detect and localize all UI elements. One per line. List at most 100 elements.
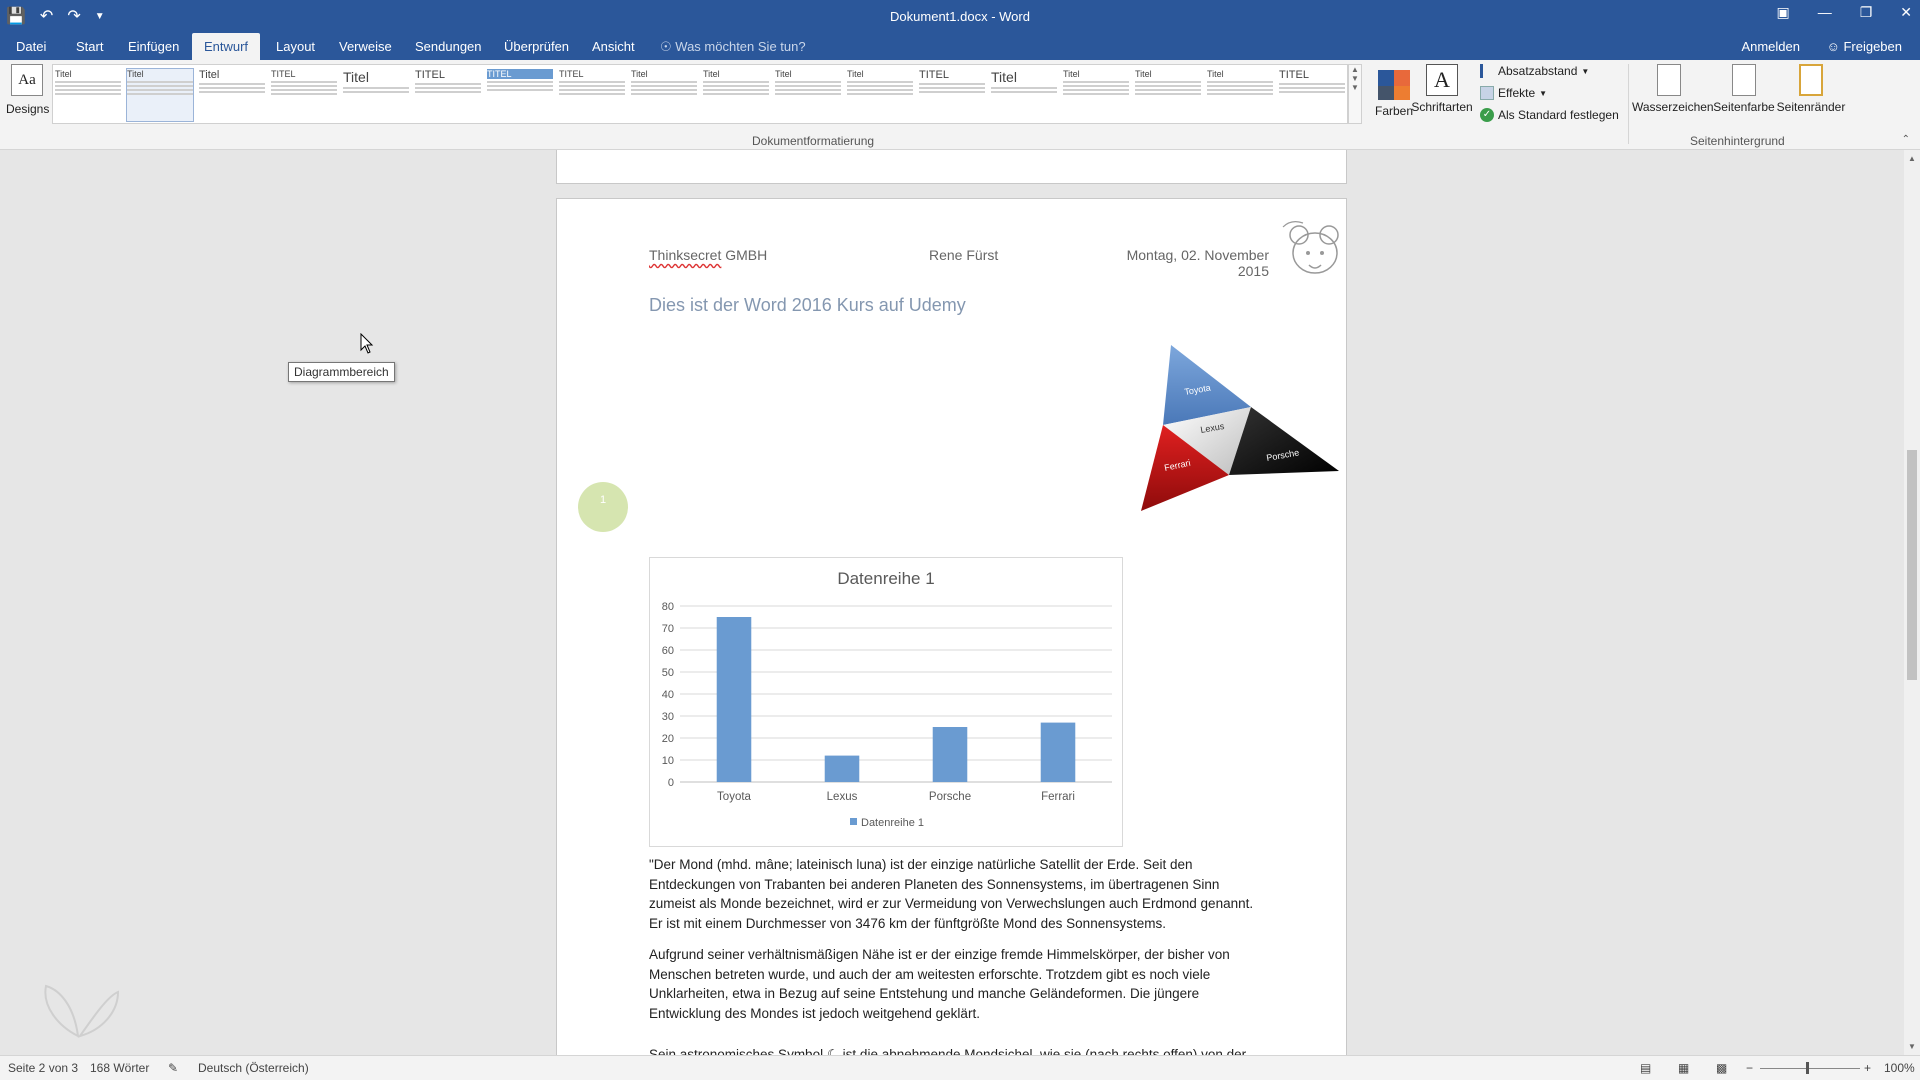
bar-ferrari[interactable] <box>1040 722 1076 782</box>
page-color-icon <box>1732 64 1756 96</box>
scrollbar-thumb[interactable] <box>1907 450 1917 680</box>
style-set-thumb[interactable]: Titel <box>55 69 121 121</box>
read-mode-icon[interactable]: ▤ <box>1640 1061 1651 1075</box>
seitenraender-button[interactable]: Seitenränder <box>1776 64 1846 114</box>
ribbon-separator <box>1628 64 1629 144</box>
zoom-level[interactable]: 100% <box>1884 1061 1915 1075</box>
signin-link[interactable]: Anmelden <box>1741 33 1800 60</box>
close-icon[interactable]: ✕ <box>1900 4 1912 21</box>
y-tick-label: 40 <box>662 689 674 701</box>
style-set-thumb[interactable]: Titel <box>703 69 769 121</box>
y-tick-label: 50 <box>662 667 674 679</box>
mouse-logo-icon <box>1282 221 1339 274</box>
bar-toyota[interactable] <box>716 617 752 782</box>
style-set-thumb[interactable]: Titel <box>199 69 265 121</box>
tab-entwurf[interactable]: Entwurf <box>192 33 260 60</box>
chart-title: Datenreihe 1 <box>837 569 934 588</box>
style-set-thumb[interactable]: Titel <box>991 69 1057 121</box>
style-set-gallery: Titel Titel Titel TITEL Titel TITEL TITE… <box>52 64 1348 124</box>
scroll-up-icon[interactable]: ▲ <box>1904 154 1920 163</box>
style-set-thumb[interactable]: Titel <box>847 69 913 121</box>
y-tick-label: 70 <box>662 623 674 635</box>
gallery-scroll[interactable]: ▲ ▼ ▼ <box>1348 64 1362 124</box>
tab-ueberpruefen[interactable]: Überprüfen <box>496 33 577 60</box>
style-set-thumb[interactable]: TITEL <box>919 69 985 121</box>
status-language[interactable]: Deutsch (Österreich) <box>198 1061 309 1075</box>
effekte-button[interactable]: Effekte ▼ <box>1480 86 1547 100</box>
designs-button[interactable]: Aa Designs <box>6 64 49 132</box>
wasserzeichen-button[interactable]: Wasserzeichen <box>1632 64 1714 114</box>
zoom-slider-knob[interactable] <box>1806 1062 1809 1074</box>
tab-layout[interactable]: Layout <box>268 33 323 60</box>
header-name: Rene Fürst <box>929 247 999 263</box>
style-set-thumb[interactable]: TITEL <box>559 69 625 121</box>
bar-porsche[interactable] <box>932 727 968 782</box>
proofing-icon[interactable]: ✎ <box>168 1061 178 1075</box>
y-tick-label: 80 <box>662 601 674 613</box>
legend-label: Datenreihe 1 <box>861 817 924 829</box>
tab-verweise[interactable]: Verweise <box>331 33 400 60</box>
als-standard-button[interactable]: ✓ Als Standard festlegen <box>1480 108 1619 122</box>
y-tick-label: 30 <box>662 711 674 723</box>
status-words[interactable]: 168 Wörter <box>90 1061 149 1075</box>
tab-datei[interactable]: Datei <box>8 33 54 60</box>
schriftarten-button[interactable]: A Schriftarten <box>1410 64 1474 114</box>
style-set-thumb[interactable]: Titel <box>1135 69 1201 121</box>
collapse-ribbon-icon[interactable]: ⌃ <box>1902 134 1910 145</box>
style-set-thumb[interactable]: Titel <box>775 69 841 121</box>
style-set-thumb[interactable]: Titel <box>1207 69 1273 121</box>
previous-page-bottom <box>556 150 1347 184</box>
scroll-down-icon[interactable]: ▼ <box>1904 1042 1920 1051</box>
print-layout-icon[interactable]: ▦ <box>1678 1061 1689 1075</box>
document-heading: Dies ist der Word 2016 Kurs auf Udemy <box>649 295 966 315</box>
fonts-icon: A <box>1426 64 1458 96</box>
share-button[interactable]: ☺ Freigeben <box>1827 33 1902 60</box>
y-tick-label: 0 <box>668 777 674 789</box>
tab-start[interactable]: Start <box>68 33 111 60</box>
minimize-icon[interactable]: — <box>1818 4 1832 21</box>
window-controls: ▣ — ❐ ✕ <box>1776 4 1912 21</box>
bar-chart[interactable]: Datenreihe 1 0 10 20 30 40 50 60 70 80 Toyota Lexus… <box>650 558 1122 846</box>
seitenfarbe-button[interactable]: Seitenfarbe <box>1712 64 1776 114</box>
style-set-thumb[interactable]: TITEL <box>487 69 553 121</box>
group-label-dokumentformatierung: Dokumentformatierung <box>752 134 875 148</box>
x-tick-label: Ferrari <box>1041 791 1075 803</box>
group-label-seitenhintergrund: Seitenhintergrund <box>1690 134 1785 148</box>
status-page[interactable]: Seite 2 von 3 <box>8 1061 78 1075</box>
effects-icon <box>1480 86 1494 100</box>
legend-swatch <box>850 818 857 825</box>
x-tick-label: Lexus <box>827 791 858 803</box>
vertical-scrollbar[interactable]: ▲ ▼ <box>1904 150 1920 1055</box>
paragraph: Aufgrund seiner verhältnismäßigen Nähe i… <box>649 947 1230 1021</box>
style-set-thumb[interactable]: Titel <box>343 69 409 121</box>
absatzabstand-button[interactable]: Absatzabstand ▼ <box>1480 64 1589 78</box>
status-bar: Seite 2 von 3 168 Wörter ✎ Deutsch (Öste… <box>0 1055 1920 1080</box>
web-layout-icon[interactable]: ▩ <box>1716 1061 1727 1075</box>
y-tick-label: 60 <box>662 645 674 657</box>
style-set-thumb[interactable]: Titel <box>126 68 194 122</box>
tab-sendungen[interactable]: Sendungen <box>407 33 490 60</box>
style-set-thumb[interactable]: Titel <box>1063 69 1129 121</box>
style-set-thumb[interactable]: Titel <box>631 69 697 121</box>
window-title: Dokument1.docx - Word <box>890 9 1030 24</box>
paragraph-spacing-icon <box>1480 64 1494 78</box>
zoom-in-icon[interactable]: + <box>1864 1061 1871 1075</box>
tab-einfuegen[interactable]: Einfügen <box>120 33 187 60</box>
ribbon-display-icon[interactable]: ▣ <box>1776 4 1789 21</box>
chart-area[interactable]: Datenreihe 1 0 10 20 30 40 50 60 70 80 Toyota Lexus… <box>649 557 1123 847</box>
zoom-slider[interactable] <box>1760 1068 1860 1069</box>
tell-me-box[interactable]: ☉ Was möchten Sie tun? <box>660 33 806 60</box>
document-page[interactable]: Thinksecret GMBH Rene Fürst Montag, 02. … <box>556 198 1347 1068</box>
pyramid-smartart[interactable]: Toyota Lexus Ferrari Porsche <box>1135 343 1345 523</box>
comment-bubble[interactable]: 1 <box>578 482 628 532</box>
bar-lexus[interactable] <box>824 755 860 782</box>
title-bar: 💾 ↶ ↷ ▼ Dokument1.docx - Word ▣ — ❐ ✕ <box>0 0 1920 33</box>
style-set-thumb[interactable]: TITEL <box>1279 69 1345 121</box>
checkmark-icon: ✓ <box>1480 108 1494 122</box>
style-set-thumb[interactable]: TITEL <box>415 69 481 121</box>
tab-ansicht[interactable]: Ansicht <box>584 33 643 60</box>
restore-icon[interactable]: ❐ <box>1860 4 1873 21</box>
style-set-thumb[interactable]: TITEL <box>271 69 337 121</box>
document-workspace: Thinksecret GMBH Rene Fürst Montag, 02. … <box>0 150 1904 1068</box>
zoom-out-icon[interactable]: − <box>1746 1061 1753 1075</box>
